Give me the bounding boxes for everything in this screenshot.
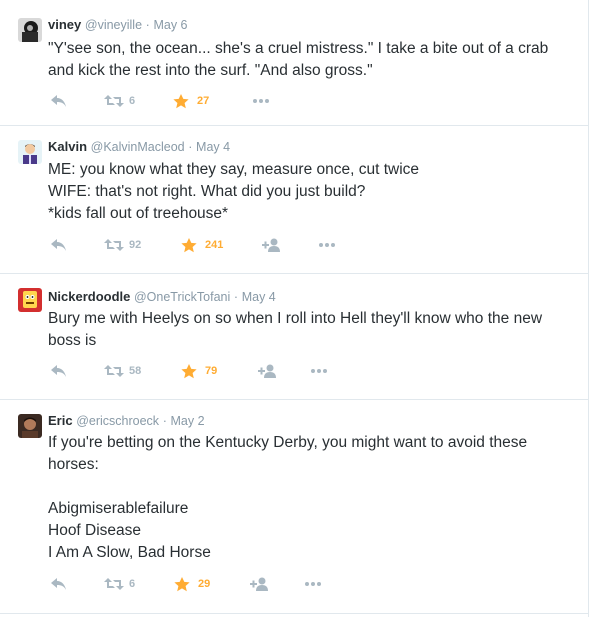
header-separator: ·	[145, 18, 150, 32]
retweet-count: 6	[129, 578, 136, 590]
like-button[interactable]: 241	[181, 236, 231, 254]
tweet-header: Nickerdoodle @OneTrickTofani · May 4	[48, 288, 276, 306]
tweet-text-line: ME: you know what they say, measure once…	[48, 161, 420, 178]
star-icon	[181, 238, 197, 253]
like-count: 241	[205, 239, 224, 251]
tweet[interactable]: Kalvin @KalvinMacleod · May 4 ME: you kn…	[0, 126, 588, 274]
follow-icon	[258, 364, 276, 378]
tweet-timestamp[interactable]: May 6	[153, 18, 187, 32]
more-button[interactable]	[310, 362, 330, 380]
reply-button[interactable]	[50, 236, 70, 254]
like-button[interactable]: 27	[173, 92, 223, 110]
tweet[interactable]: Nickerdoodle @OneTrickTofani · May 4 Bur…	[0, 274, 588, 400]
tweet-author-handle[interactable]: @KalvinMacleod	[91, 140, 185, 154]
more-button[interactable]	[304, 575, 324, 593]
tweet-author-handle[interactable]: @vineyille	[85, 18, 142, 32]
reply-icon	[51, 239, 66, 251]
tweet-text-spacer	[48, 476, 578, 498]
like-count: 27	[197, 95, 210, 107]
more-button[interactable]	[252, 92, 272, 110]
reply-button[interactable]	[50, 575, 70, 593]
retweet-icon	[104, 578, 124, 590]
tweet-text: ME: you know what they say, measure once…	[48, 159, 578, 225]
tweet-text: "Y'see son, the ocean... she's a cruel m…	[48, 38, 578, 82]
follow-button[interactable]	[258, 362, 280, 380]
reply-icon	[51, 95, 66, 107]
tweet[interactable]: viney @vineyille · May 6 "Y'see son, the…	[0, 0, 588, 126]
retweet-button[interactable]: 58	[104, 362, 144, 380]
star-icon	[181, 364, 197, 379]
tweet-text-line: horses:	[48, 456, 99, 473]
follow-button[interactable]	[262, 236, 284, 254]
like-button[interactable]: 29	[174, 575, 224, 593]
tweet-author-handle[interactable]: @ericschroeck	[76, 414, 159, 428]
tweet-author-name[interactable]: Nickerdoodle	[48, 289, 130, 304]
avatar[interactable]	[18, 140, 42, 164]
tweet-text-line: and kick the rest into the surf. "And al…	[48, 62, 373, 79]
tweet-text: Bury me with Heelys on so when I roll in…	[48, 308, 578, 352]
retweet-count: 58	[129, 365, 142, 377]
like-button[interactable]: 79	[181, 362, 231, 380]
retweet-count: 6	[129, 95, 136, 107]
tweet-author-name[interactable]: Kalvin	[48, 139, 87, 154]
retweet-button[interactable]: 6	[104, 92, 144, 110]
timeline: viney @vineyille · May 6 "Y'see son, the…	[0, 0, 589, 617]
more-icon	[311, 369, 327, 373]
follow-icon	[262, 238, 280, 252]
tweet-author-name[interactable]: Eric	[48, 413, 73, 428]
tweet-text-line: I Am A Slow, Bad Horse	[48, 544, 211, 561]
retweet-icon	[104, 239, 124, 251]
star-icon	[173, 94, 189, 109]
reply-button[interactable]	[50, 92, 70, 110]
tweet-timestamp[interactable]: May 4	[242, 290, 276, 304]
tweet-text-line: WIFE: that's not right. What did you jus…	[48, 183, 366, 200]
like-count: 79	[205, 365, 218, 377]
retweet-button[interactable]: 6	[104, 575, 144, 593]
tweet-text-line: Hoof Disease	[48, 522, 142, 539]
tweet-text-line: If you're betting on the Kentucky Derby,…	[48, 434, 528, 451]
tweet-text: If you're betting on the Kentucky Derby,…	[48, 432, 578, 564]
follow-button[interactable]	[250, 575, 272, 593]
tweet-header: Eric @ericschroeck · May 2	[48, 412, 205, 430]
tweet[interactable]: Eric @ericschroeck · May 2 If you're bet…	[0, 400, 588, 614]
tweet-timestamp[interactable]: May 2	[170, 414, 204, 428]
tweet-timestamp[interactable]: May 4	[196, 140, 230, 154]
more-icon	[305, 582, 321, 586]
tweet-author-handle[interactable]: @OneTrickTofani	[134, 290, 230, 304]
retweet-button[interactable]: 92	[104, 236, 144, 254]
more-icon	[253, 99, 269, 103]
reply-icon	[51, 365, 66, 377]
header-separator: ·	[188, 140, 193, 154]
tweet-header: Kalvin @KalvinMacleod · May 4	[48, 138, 230, 156]
tweet-header: viney @vineyille · May 6	[48, 16, 188, 34]
retweet-icon	[104, 365, 124, 377]
tweet-text-line: Abigmiserablefailure	[48, 500, 189, 517]
follow-icon	[250, 577, 268, 591]
reply-icon	[51, 578, 66, 590]
star-icon	[174, 577, 190, 592]
header-separator: ·	[233, 290, 239, 304]
retweet-count: 92	[129, 239, 142, 251]
tweet-text-line: Bury me with Heelys on so when I roll in…	[48, 310, 543, 327]
more-button[interactable]	[318, 236, 338, 254]
like-count: 29	[198, 578, 211, 590]
tweet-text-line: "Y'see son, the ocean... she's a cruel m…	[48, 40, 549, 57]
tweet-text-line: *kids fall out of treehouse*	[48, 205, 229, 222]
tweet-author-name[interactable]: viney	[48, 17, 81, 32]
avatar[interactable]	[18, 414, 42, 438]
header-separator: ·	[162, 414, 167, 428]
avatar[interactable]	[18, 288, 42, 312]
reply-button[interactable]	[50, 362, 70, 380]
more-icon	[319, 243, 335, 247]
avatar[interactable]	[18, 18, 42, 42]
retweet-icon	[104, 95, 124, 107]
tweet-text-line: boss is	[48, 332, 97, 349]
